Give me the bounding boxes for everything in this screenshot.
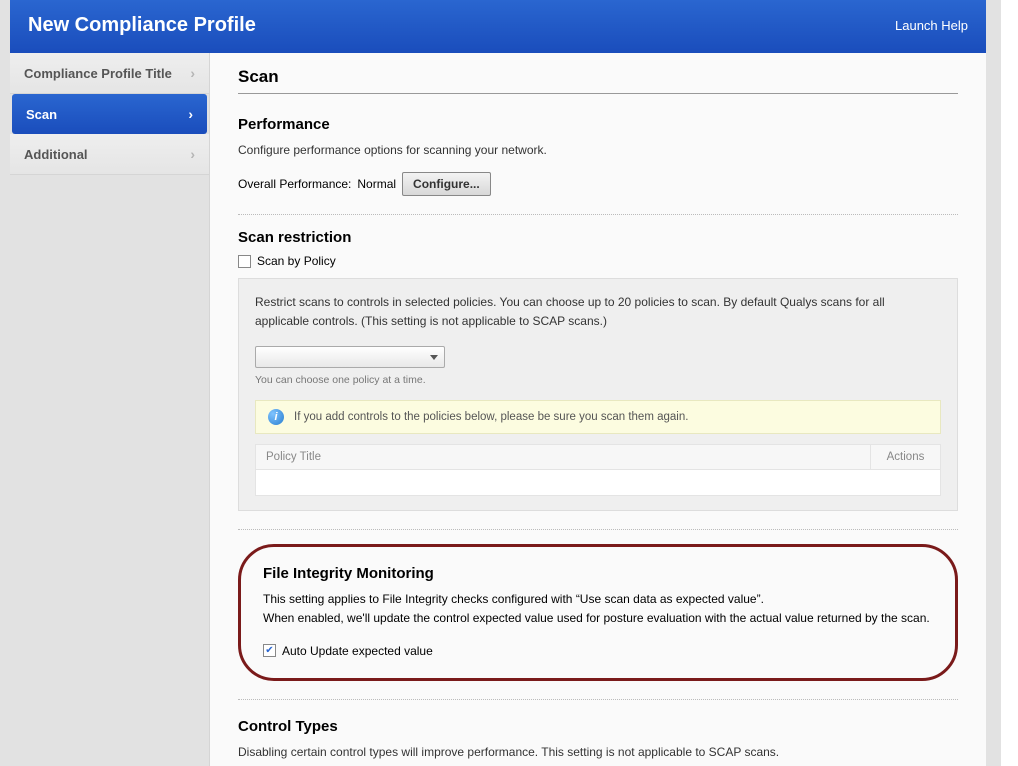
configure-button[interactable]: Configure... [402,172,491,196]
chevron-right-icon: › [190,146,195,162]
sidebar-item-additional[interactable]: Additional › [10,134,209,175]
policy-table-header: Policy Title Actions [255,444,941,470]
overall-performance-row: Overall Performance: Normal Configure... [238,172,958,196]
window-title: New Compliance Profile [28,14,256,37]
performance-desc: Configure performance options for scanni… [238,141,958,160]
col-actions: Actions [870,445,940,469]
sidebar-item-scan[interactable]: Scan › [12,94,207,134]
overall-performance-value: Normal [357,177,396,191]
scan-by-policy-checkbox[interactable] [238,255,251,268]
scan-restriction-heading: Scan restriction [238,229,958,246]
fim-desc-2: When enabled, we'll update the control e… [263,609,933,628]
fim-heading: File Integrity Monitoring [263,565,933,582]
policy-table-body [255,470,941,496]
info-banner-text: If you add controls to the policies belo… [294,411,688,423]
scan-by-policy-label: Scan by Policy [257,254,336,268]
sidebar-item-label: Additional [24,147,88,162]
titlebar: New Compliance Profile Launch Help [10,0,986,53]
scan-restriction-box: Restrict scans to controls in selected p… [238,278,958,510]
section-performance: Performance Configure performance option… [238,116,958,215]
control-types-heading: Control Types [238,718,958,735]
overall-performance-label: Overall Performance: [238,177,351,191]
scan-restriction-desc: Restrict scans to controls in selected p… [255,293,941,331]
sidebar-item-profile-title[interactable]: Compliance Profile Title › [10,53,209,94]
chevron-right-icon: › [190,65,195,81]
col-policy-title: Policy Title [256,445,870,469]
page-title: Scan [238,67,958,94]
main-content: Scan Performance Configure performance o… [210,53,986,766]
sidebar: Compliance Profile Title › Scan › Additi… [10,53,210,766]
sidebar-item-label: Compliance Profile Title [24,66,172,81]
section-scan-restriction: Scan restriction Scan by Policy Restrict… [238,229,958,529]
launch-help-link[interactable]: Launch Help [895,18,968,33]
fim-desc-1: This setting applies to File Integrity c… [263,590,933,609]
section-control-types: Control Types Disabling certain control … [238,718,958,766]
auto-update-label: Auto Update expected value [282,644,433,658]
auto-update-checkbox[interactable]: ✔ [263,644,276,657]
chevron-right-icon: › [188,106,193,122]
performance-heading: Performance [238,116,958,133]
info-banner: i If you add controls to the policies be… [255,400,941,434]
control-types-desc: Disabling certain control types will imp… [238,743,958,762]
fim-highlight: File Integrity Monitoring This setting a… [238,544,958,681]
sidebar-item-label: Scan [26,107,57,122]
policy-dropdown[interactable] [255,346,445,368]
policy-dropdown-hint: You can choose one policy at a time. [255,374,941,386]
info-icon: i [268,409,284,425]
